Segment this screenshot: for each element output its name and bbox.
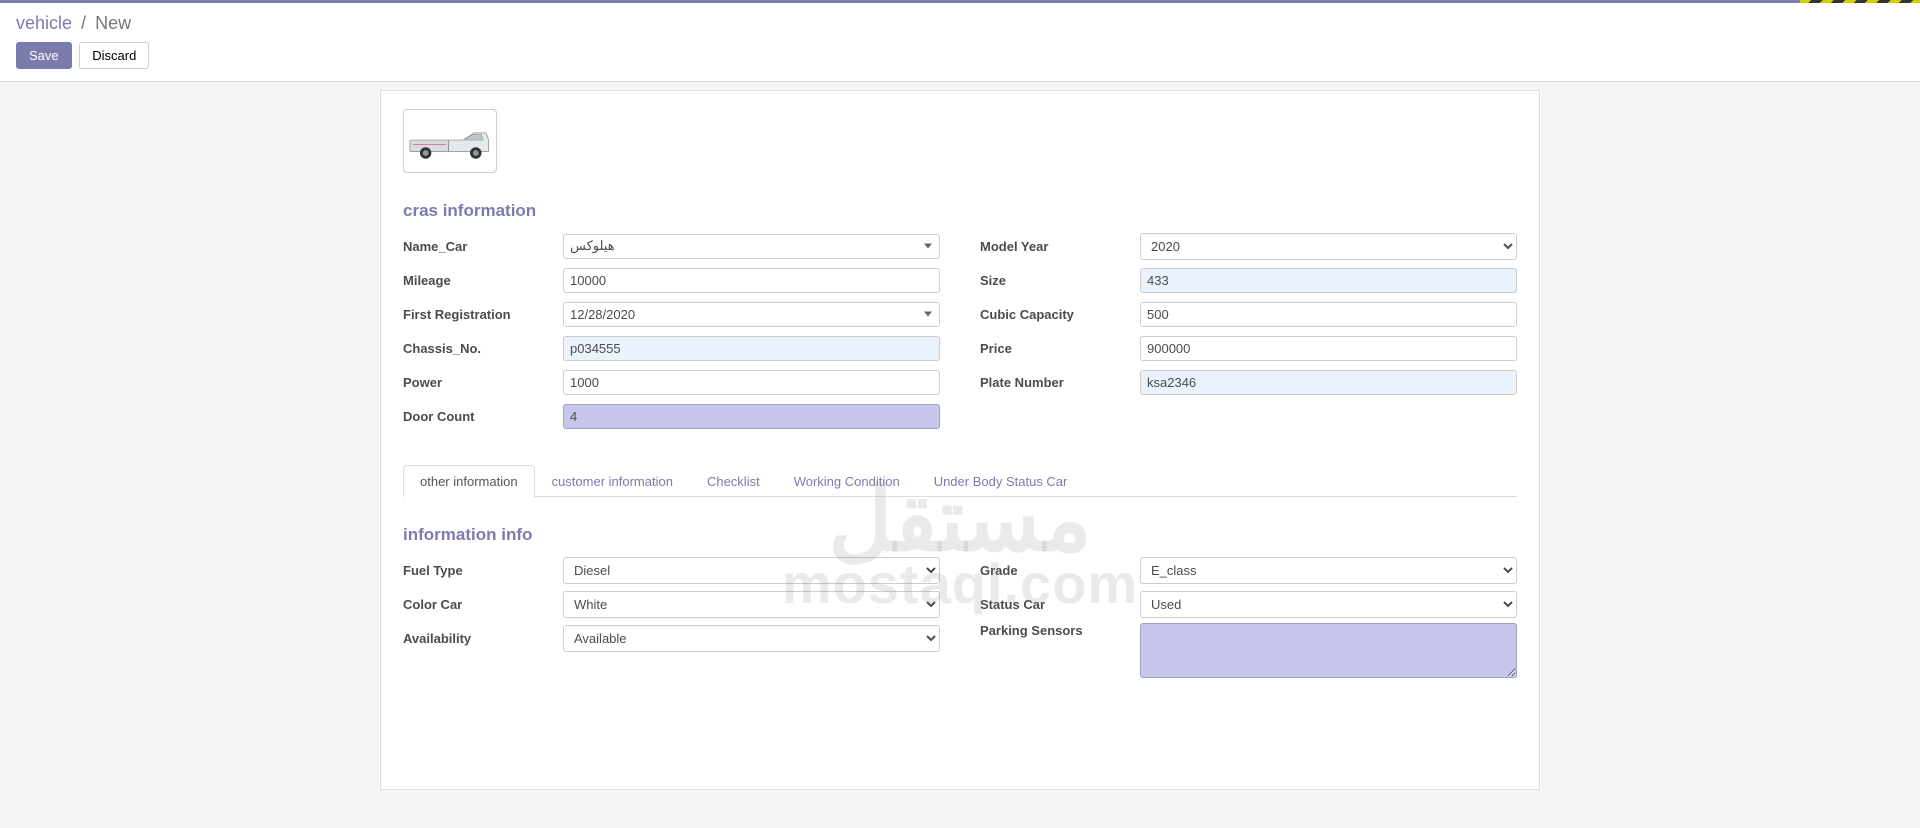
tabs-bar: other information customer information C…	[403, 465, 1517, 497]
section-info-title: information info	[403, 525, 1517, 545]
form-sheet: cras information Name_Car Mileage First …	[380, 90, 1540, 790]
input-price[interactable]	[1140, 336, 1517, 361]
input-door-count[interactable]	[563, 404, 940, 429]
select-model-year[interactable]: 2020	[1140, 233, 1517, 260]
window-decoration	[1800, 0, 1920, 3]
tab-customer-information[interactable]: customer information	[535, 465, 690, 497]
vehicle-image[interactable]	[403, 109, 497, 173]
tab-working-condition[interactable]: Working Condition	[777, 465, 917, 497]
label-cubic-capacity: Cubic Capacity	[980, 307, 1140, 322]
label-fuel-type: Fuel Type	[403, 563, 563, 578]
select-grade[interactable]: E_class	[1140, 557, 1517, 584]
tab-other-information[interactable]: other information	[403, 465, 535, 497]
breadcrumb: vehicle / New	[16, 13, 1904, 34]
select-fuel-type[interactable]: Diesel	[563, 557, 940, 584]
label-status-car: Status Car	[980, 597, 1140, 612]
select-status-car[interactable]: Used	[1140, 591, 1517, 618]
label-first-registration: First Registration	[403, 307, 563, 322]
label-color-car: Color Car	[403, 597, 563, 612]
pickup-truck-icon	[407, 120, 493, 163]
select-availability[interactable]: Available	[563, 625, 940, 652]
label-plate-number: Plate Number	[980, 375, 1140, 390]
discard-button[interactable]: Discard	[79, 42, 149, 69]
input-first-registration[interactable]	[563, 302, 940, 327]
input-power[interactable]	[563, 370, 940, 395]
control-panel: vehicle / New Save Discard	[0, 0, 1920, 82]
label-mileage: Mileage	[403, 273, 563, 288]
label-availability: Availability	[403, 631, 563, 646]
section-cras-title: cras information	[403, 201, 1517, 221]
label-chassis-no: Chassis_No.	[403, 341, 563, 356]
input-chassis-no[interactable]	[563, 336, 940, 361]
label-parking-sensors: Parking Sensors	[980, 623, 1140, 638]
label-name-car: Name_Car	[403, 239, 563, 254]
tab-checklist[interactable]: Checklist	[690, 465, 777, 497]
select-color-car[interactable]: White	[563, 591, 940, 618]
breadcrumb-separator: /	[81, 13, 86, 33]
label-price: Price	[980, 341, 1140, 356]
breadcrumb-current: New	[95, 13, 131, 33]
input-cubic-capacity[interactable]	[1140, 302, 1517, 327]
textarea-parking-sensors[interactable]	[1140, 623, 1517, 678]
label-size: Size	[980, 273, 1140, 288]
breadcrumb-parent[interactable]: vehicle	[16, 13, 72, 33]
label-grade: Grade	[980, 563, 1140, 578]
label-model-year: Model Year	[980, 239, 1140, 254]
label-power: Power	[403, 375, 563, 390]
form-scroll-area[interactable]: cras information Name_Car Mileage First …	[0, 82, 1920, 826]
input-plate-number[interactable]	[1140, 370, 1517, 395]
save-button[interactable]: Save	[16, 42, 72, 69]
tab-under-body-status[interactable]: Under Body Status Car	[917, 465, 1085, 497]
input-size[interactable]	[1140, 268, 1517, 293]
input-name-car[interactable]	[563, 234, 940, 259]
label-door-count: Door Count	[403, 409, 563, 424]
input-mileage[interactable]	[563, 268, 940, 293]
